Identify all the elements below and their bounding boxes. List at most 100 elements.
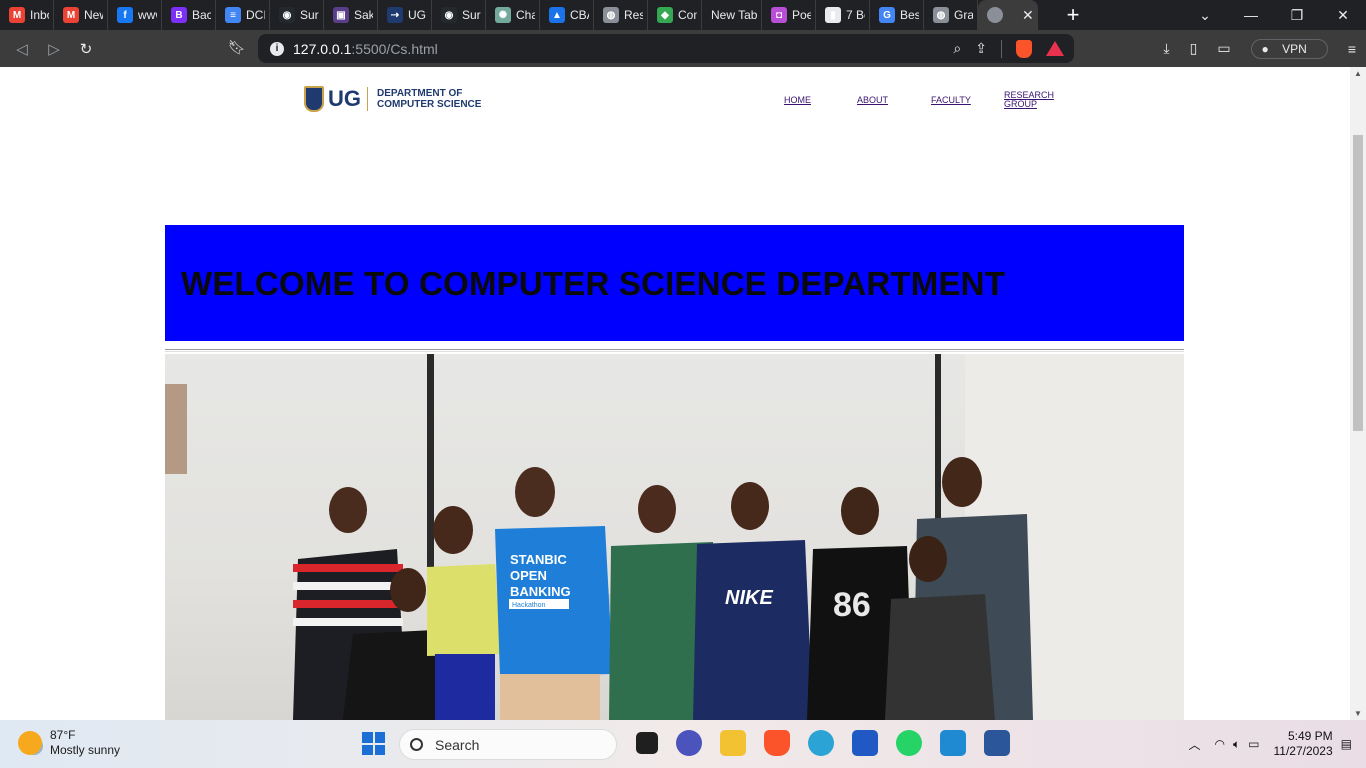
clock-date: 11/27/2023 <box>1273 744 1333 758</box>
address-bar[interactable]: i 127.0.0.1:5500/Cs.html ⌕ ⇪ <box>258 34 1074 63</box>
brave-rewards-icon[interactable] <box>1046 41 1064 56</box>
brave-browser-icon[interactable] <box>764 730 790 756</box>
shirt-text-nike: NIKE <box>725 587 773 609</box>
wallet-icon[interactable]: ▭ <box>1217 40 1230 57</box>
show-hidden-icons[interactable]: ︿ <box>1188 736 1200 753</box>
close-window-button[interactable]: ✕ <box>1320 7 1366 24</box>
browser-tab[interactable]: ▣ Saka <box>324 0 378 30</box>
back-button[interactable]: ◁ <box>6 40 38 58</box>
ug-logo[interactable]: UG DEPARTMENT OF COMPUTER SCIENCE <box>304 86 481 112</box>
github-icon: ◉ <box>441 7 457 23</box>
browser-tab[interactable]: New Tab <box>702 0 762 30</box>
start-button[interactable] <box>362 732 385 755</box>
nav-faculty[interactable]: FACULTY <box>931 96 971 105</box>
download-icon[interactable]: ⤓ <box>1163 40 1169 57</box>
logo-divider <box>367 87 368 111</box>
menu-icon[interactable]: ≡ <box>1348 41 1356 57</box>
tab-label: New Tab <box>711 8 757 22</box>
doc-icon: ▮ <box>825 7 841 23</box>
page-scrollbar[interactable]: ▲ ▼ <box>1350 67 1366 720</box>
nav-home[interactable]: HOME <box>784 96 811 105</box>
forward-button[interactable]: ▷ <box>38 40 70 58</box>
sidebar-icon[interactable]: ▯ <box>1190 40 1198 57</box>
share-icon[interactable]: ⇪ <box>975 40 987 57</box>
window-controls: ⌄ — ❐ ✕ <box>1182 0 1366 30</box>
reload-button[interactable]: ↻ <box>70 40 102 58</box>
tab-label: Saka <box>354 8 373 22</box>
group-photo: STANBIC OPEN BANKING Hackathon NIKE 86 <box>165 354 1184 720</box>
system-tray: ︿ ◠ 🔈︎ ▭ 5:49 PM 11/27/2023 ▤ <box>1188 720 1366 768</box>
brave-shields-icon[interactable] <box>1016 39 1032 58</box>
wifi-icon[interactable]: ◠ <box>1214 737 1224 751</box>
whatsapp-icon[interactable] <box>896 730 922 756</box>
group-photo-illustration: STANBIC OPEN BANKING Hackathon NIKE 86 <box>165 354 1184 720</box>
chatgpt-icon: ✺ <box>495 7 511 23</box>
tab-label: Surp <box>300 8 319 22</box>
tab-label: Surp <box>462 8 481 22</box>
search-icon <box>410 738 423 751</box>
globe-icon <box>987 7 1003 23</box>
bookmark-icon[interactable]: 🔖︎ <box>228 39 246 56</box>
dept-line-1: DEPARTMENT OF <box>377 88 463 99</box>
browser-tab[interactable]: ✺ Chat <box>486 0 540 30</box>
browser-tab[interactable]: M New <box>54 0 108 30</box>
weather-condition: Mostly sunny <box>50 743 121 757</box>
scroll-up-icon[interactable]: ▲ <box>1354 69 1362 78</box>
battery-icon[interactable]: ▭ <box>1248 737 1259 751</box>
tab-label: Back <box>192 8 211 22</box>
browser-tab[interactable]: ◉ Surp <box>432 0 486 30</box>
tab-label: Rese <box>624 8 643 22</box>
docs-icon: ≡ <box>225 7 241 23</box>
vpn-button[interactable]: ● VPN <box>1250 38 1328 59</box>
tab-search-icon[interactable]: ⌄ <box>1182 7 1228 24</box>
browser-tab[interactable]: ◍ Rese <box>594 0 648 30</box>
browser-tab[interactable]: ◆ Con <box>648 0 702 30</box>
tab-label: CBA <box>570 8 589 22</box>
browser-tab[interactable]: G Best <box>870 0 924 30</box>
word-icon[interactable] <box>984 730 1010 756</box>
vscode-icon[interactable] <box>940 730 966 756</box>
notifications-icon[interactable]: ▤ <box>1341 737 1352 751</box>
browser-tab[interactable]: M Inbo <box>0 0 54 30</box>
browser-tab[interactable]: ◉ Surp <box>270 0 324 30</box>
clock[interactable]: 5:49 PM 11/27/2023 <box>1273 729 1332 759</box>
browser-tab[interactable]: ◍ Grac <box>924 0 978 30</box>
active-tab[interactable]: ✕ <box>978 0 1038 30</box>
scrollbar-thumb[interactable] <box>1353 135 1363 431</box>
scroll-down-icon[interactable]: ▼ <box>1354 709 1362 718</box>
minimize-button[interactable]: — <box>1228 7 1274 23</box>
tab-label: Poe <box>792 8 811 22</box>
browser-tab[interactable]: ◘ Poe <box>762 0 816 30</box>
teams-chat-icon[interactable] <box>676 730 702 756</box>
gmail-icon: M <box>9 7 25 23</box>
tab-label: DCI <box>246 8 265 22</box>
ug-crest-icon <box>304 86 324 112</box>
browser-tab[interactable]: ≡ DCI <box>216 0 270 30</box>
browser-tab[interactable]: ⇢ UG <box>378 0 432 30</box>
webpage: UG DEPARTMENT OF COMPUTER SCIENCE HOME A… <box>0 67 1350 720</box>
nav-research-group[interactable]: RESEARCH GROUP <box>1004 91 1054 109</box>
browser-tab[interactable]: fwww <box>108 0 162 30</box>
taskbar-search[interactable]: Search <box>399 729 617 760</box>
maximize-button[interactable]: ❐ <box>1274 7 1320 24</box>
new-tab-button[interactable]: + <box>1058 2 1088 28</box>
task-view-icon[interactable] <box>636 732 658 754</box>
weather-widget[interactable]: 87°F Mostly sunny <box>18 728 120 758</box>
close-tab-icon[interactable]: ✕ <box>1022 7 1034 24</box>
edge-icon[interactable] <box>808 730 834 756</box>
browser-tab[interactable]: B Back <box>162 0 216 30</box>
volume-icon[interactable]: 🔈︎ <box>1233 737 1240 752</box>
browser-tab[interactable]: ▮ 7 Be <box>816 0 870 30</box>
dept-line-2: COMPUTER SCIENCE <box>377 99 482 110</box>
shirt-text-open: OPEN <box>510 568 547 583</box>
nav-about[interactable]: ABOUT <box>857 96 888 105</box>
zoom-icon[interactable]: ⌕ <box>953 40 961 57</box>
browser-tab[interactable]: ▲ CBA <box>540 0 594 30</box>
logo-text: UG <box>328 86 361 111</box>
file-explorer-icon[interactable] <box>720 730 746 756</box>
vpn-label: VPN <box>1282 41 1307 56</box>
microsoft-store-icon[interactable] <box>852 730 878 756</box>
sakai-icon: ▣ <box>333 7 349 23</box>
site-info-icon[interactable]: i <box>270 41 284 56</box>
weather-sun-icon <box>18 731 42 755</box>
